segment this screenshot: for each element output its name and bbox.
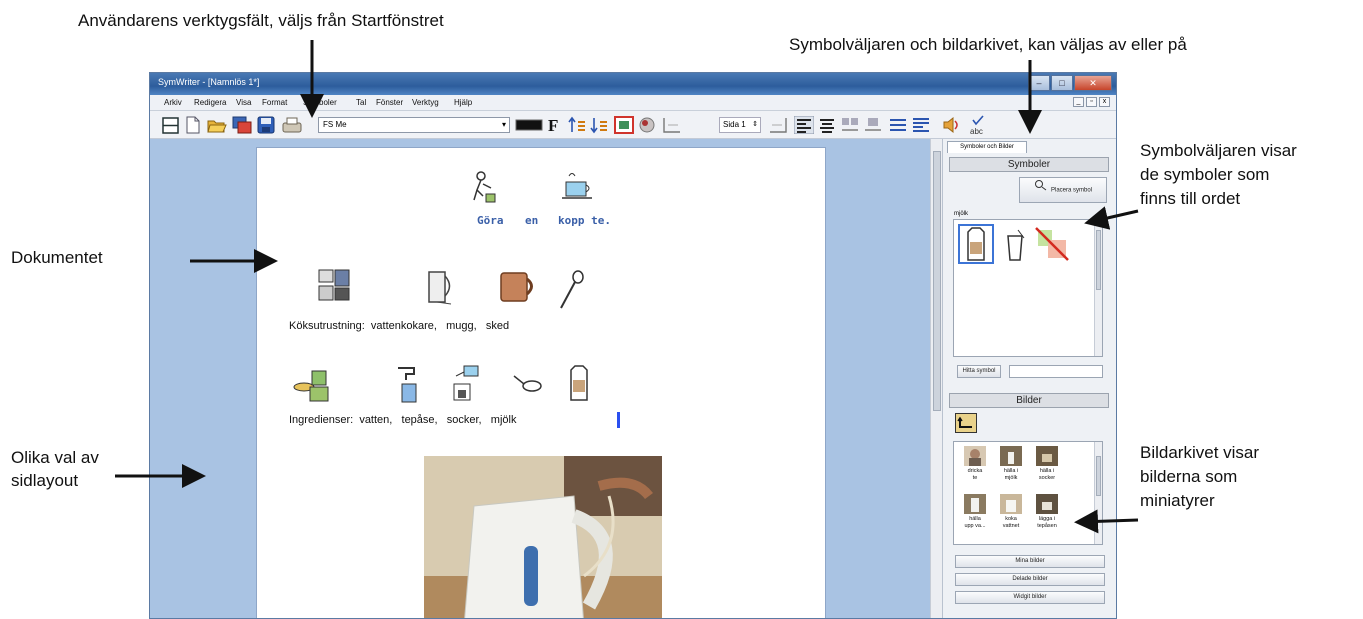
annotation-arrows (115, 40, 1139, 534)
arrow-archive (1074, 509, 1139, 534)
arrow-symbols (1084, 206, 1139, 230)
